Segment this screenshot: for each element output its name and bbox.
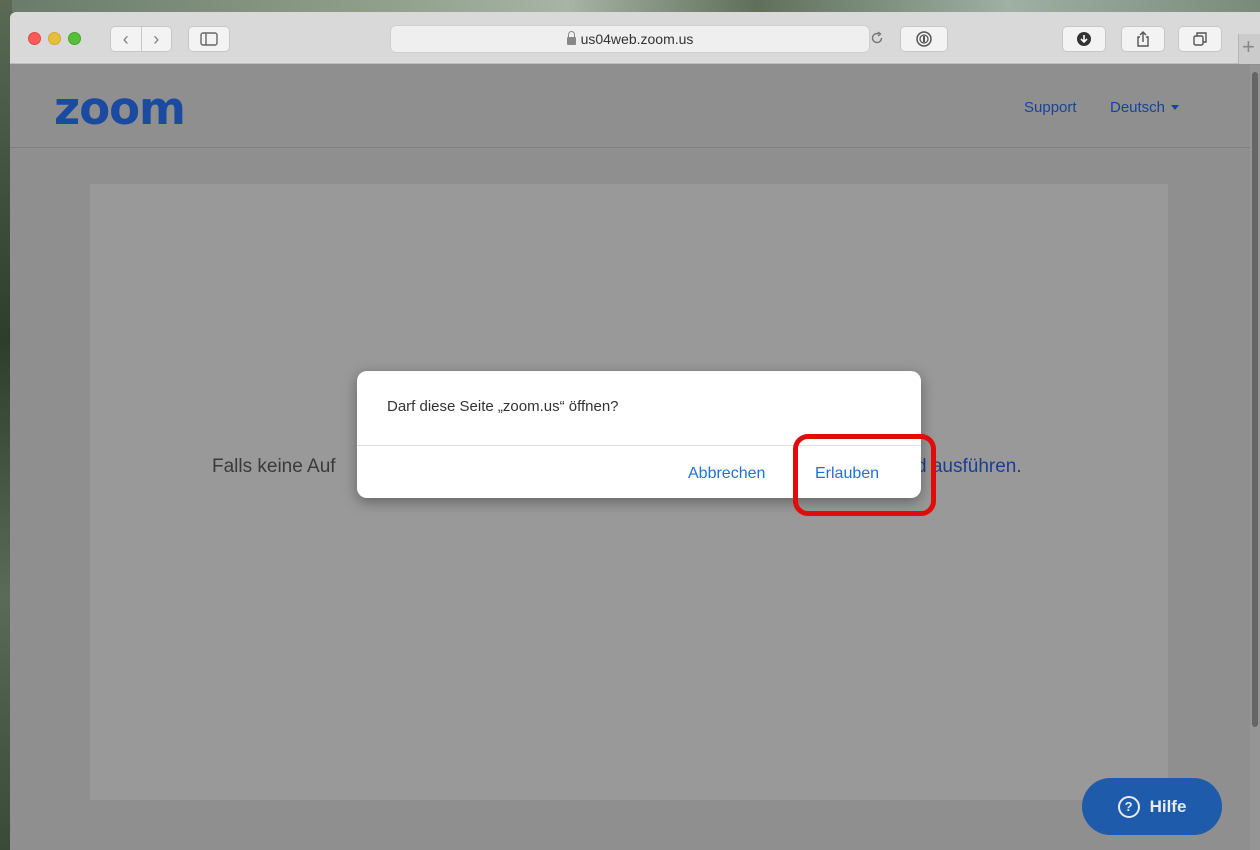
zoom-logo[interactable]: zoom — [54, 82, 186, 135]
lock-icon — [566, 31, 576, 45]
close-window-button[interactable] — [28, 32, 41, 45]
caret-down-icon — [1171, 105, 1180, 110]
launch-link-period: . — [1016, 456, 1022, 477]
language-dropdown[interactable]: Deutsch — [1110, 99, 1180, 116]
tabs-icon — [1193, 32, 1207, 46]
highlight-annotation — [793, 434, 936, 516]
help-button[interactable]: ? Hilfe — [1082, 778, 1222, 835]
sidebar-toggle-button[interactable] — [188, 26, 230, 52]
dialog-message: Darf diese Seite „zoom.us“ öffnen? — [387, 398, 619, 415]
download-icon — [1077, 32, 1091, 46]
password-key-icon — [916, 31, 932, 47]
launch-instructions-text: Falls keine Auf — [212, 456, 336, 477]
cancel-button[interactable]: Abbrechen — [688, 465, 765, 483]
help-label: Hilfe — [1149, 796, 1187, 816]
share-icon — [1137, 31, 1149, 47]
language-label: Deutsch — [1110, 99, 1166, 116]
safari-window: ‹ › us04web.zoom.us + zoom Support Deuts… — [10, 12, 1260, 850]
navigation-buttons: ‹ › — [110, 26, 172, 52]
scrollbar-thumb[interactable] — [1252, 72, 1258, 727]
share-button[interactable] — [1121, 26, 1165, 52]
downloads-button[interactable] — [1062, 26, 1106, 52]
new-tab-button[interactable]: + — [1242, 36, 1255, 58]
maximize-window-button[interactable] — [68, 32, 81, 45]
reload-icon — [871, 31, 883, 44]
password-button[interactable] — [900, 26, 948, 52]
chevron-left-icon: ‹ — [122, 28, 129, 49]
zoom-header: zoom Support Deutsch — [10, 65, 1250, 148]
question-circle-icon: ? — [1117, 795, 1140, 818]
address-bar[interactable]: us04web.zoom.us — [390, 25, 870, 53]
address-url: us04web.zoom.us — [580, 31, 694, 47]
support-link[interactable]: Support — [1024, 99, 1077, 116]
reload-button[interactable] — [870, 31, 884, 49]
chevron-right-icon: › — [153, 28, 160, 49]
tabs-overview-button[interactable] — [1178, 26, 1222, 52]
minimize-window-button[interactable] — [48, 32, 61, 45]
browser-toolbar: ‹ › us04web.zoom.us + — [10, 12, 1260, 64]
forward-button[interactable]: › — [142, 27, 172, 51]
sidebar-icon — [200, 32, 218, 46]
back-button[interactable]: ‹ — [111, 27, 142, 51]
desktop-background-top — [0, 0, 1260, 12]
